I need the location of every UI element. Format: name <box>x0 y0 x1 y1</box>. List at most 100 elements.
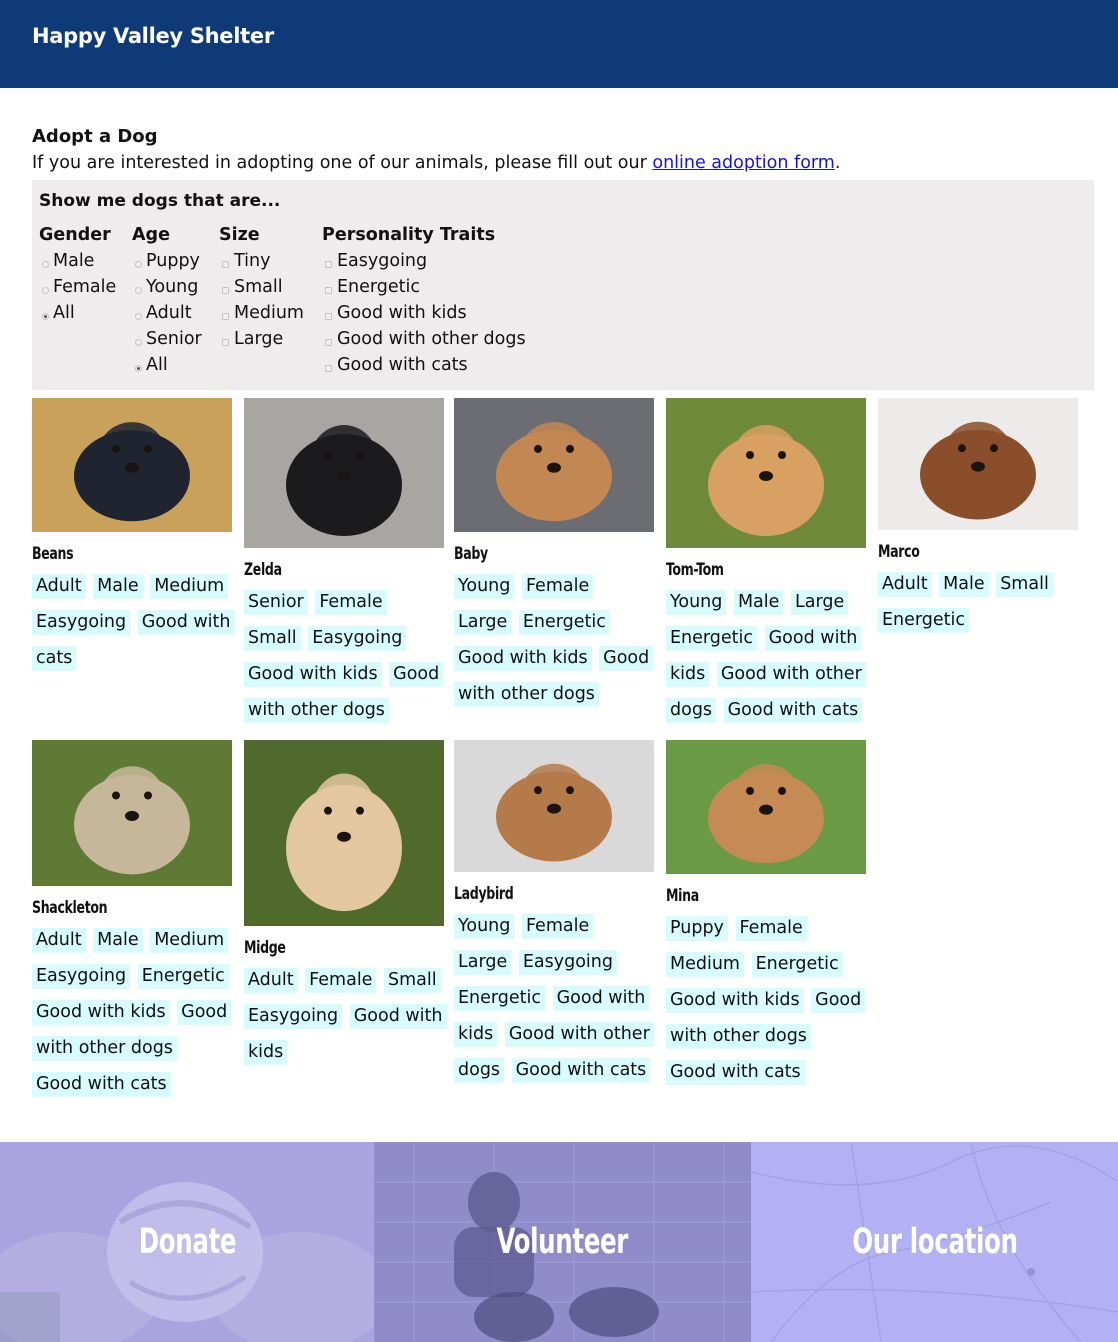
dog-tag: Good with cats <box>666 1060 805 1085</box>
dog-name[interactable]: Tom-Tom <box>666 560 830 580</box>
filter-age: Age Puppy Young Adult Senior All <box>132 222 219 378</box>
radio-checked-icon[interactable] <box>135 364 142 372</box>
age-option-senior[interactable]: Senior <box>132 326 219 352</box>
size-option-label: Large <box>234 329 284 349</box>
dog-name[interactable]: Midge <box>244 938 408 958</box>
bottom-links: Donate Volunteer Our location <box>0 1142 1118 1342</box>
trait-option-label: Easygoing <box>337 251 428 271</box>
radio-icon[interactable] <box>135 286 142 294</box>
dog-tag: Small <box>384 968 441 993</box>
dog-name[interactable]: Ladybird <box>454 884 618 904</box>
dog-card[interactable]: Tom-Tom Young Male Large Energetic Good w… <box>666 398 866 728</box>
donate-label: Donate <box>138 1222 236 1262</box>
checkbox-icon[interactable] <box>222 338 229 346</box>
dog-name[interactable]: Baby <box>454 544 618 564</box>
trait-option-good-with-cats[interactable]: Good with cats <box>322 352 582 378</box>
radio-icon[interactable] <box>42 260 49 268</box>
site-brand[interactable]: Happy Valley Shelter <box>32 24 1086 48</box>
dog-tags: Adult Female Small Easygoing Good with k… <box>244 962 447 1070</box>
dog-photo[interactable] <box>244 398 444 548</box>
checkbox-icon[interactable] <box>222 312 229 320</box>
dog-name[interactable]: Beans <box>32 544 196 564</box>
dog-photo[interactable] <box>32 398 232 532</box>
checkbox-icon[interactable] <box>325 260 332 268</box>
dog-photo[interactable] <box>666 740 866 874</box>
gender-option-all[interactable]: All <box>39 300 132 326</box>
checkbox-icon[interactable] <box>222 260 229 268</box>
radio-icon[interactable] <box>135 312 142 320</box>
size-option-large[interactable]: Large <box>219 326 322 352</box>
age-option-young[interactable]: Young <box>132 274 219 300</box>
intro-text-after: . <box>834 153 841 173</box>
dog-name[interactable]: Marco <box>878 542 1042 562</box>
volunteer-panel[interactable]: Volunteer <box>374 1142 751 1342</box>
age-option-label: Adult <box>146 303 192 323</box>
radio-icon[interactable] <box>135 260 142 268</box>
dog-tag: Senior <box>244 590 308 615</box>
dog-name[interactable]: Zelda <box>244 560 408 580</box>
dog-photo[interactable] <box>878 398 1078 530</box>
dog-photo[interactable] <box>666 398 866 548</box>
dog-card[interactable]: Baby Young Female Large Energetic Good wi… <box>454 398 654 712</box>
dog-tag: Easygoing <box>244 1004 343 1029</box>
gender-option-female[interactable]: Female <box>39 274 132 300</box>
trait-option-label: Good with cats <box>337 355 468 375</box>
dog-tags: Young Male Large Energetic Good with kid… <box>666 584 866 728</box>
dog-photo[interactable] <box>454 398 654 532</box>
dog-card[interactable]: Zelda Senior Female Small Easygoing Good … <box>244 398 444 728</box>
gender-option-male[interactable]: Male <box>39 248 132 274</box>
size-option-small[interactable]: Small <box>219 274 322 300</box>
size-option-medium[interactable]: Medium <box>219 300 322 326</box>
trait-option-good-with-kids[interactable]: Good with kids <box>322 300 582 326</box>
dog-tags: Young Female Large Energetic Good with k… <box>454 568 654 712</box>
trait-option-label: Energetic <box>337 277 421 297</box>
radio-icon[interactable] <box>42 286 49 294</box>
dog-card[interactable]: Midge Adult Female Small Easygoing Good w… <box>244 740 447 1070</box>
checkbox-icon[interactable] <box>325 364 332 372</box>
dog-tag: Easygoing <box>308 626 407 651</box>
dog-tags: Senior Female Small Easygoing Good with … <box>244 584 444 728</box>
dog-tag: Female <box>521 914 594 939</box>
donate-panel[interactable]: Donate <box>0 1142 374 1342</box>
dog-tag: Good with kids <box>244 662 382 687</box>
dog-tag: Puppy <box>666 916 728 941</box>
dog-name[interactable]: Mina <box>666 886 830 906</box>
dog-photo[interactable] <box>244 740 444 926</box>
trait-option-label: Good with kids <box>337 303 467 323</box>
checkbox-icon[interactable] <box>325 338 332 346</box>
radio-checked-icon[interactable] <box>42 312 49 320</box>
main-content: Adopt a Dog If you are interested in ado… <box>32 124 1094 390</box>
dog-photo[interactable] <box>454 740 654 872</box>
dog-card[interactable]: Marco Adult Male Small Energetic <box>878 398 1078 638</box>
age-option-adult[interactable]: Adult <box>132 300 219 326</box>
dog-tags: Puppy Female Medium Energetic Good with … <box>666 910 866 1090</box>
age-option-all[interactable]: All <box>132 352 219 378</box>
dog-tag: Small <box>244 626 301 651</box>
trait-option-energetic[interactable]: Energetic <box>322 274 582 300</box>
dog-card[interactable]: Ladybird Young Female Large Easygoing Ene… <box>454 740 654 1088</box>
dog-tag: Young <box>666 590 727 615</box>
checkbox-icon[interactable] <box>222 286 229 294</box>
age-option-label: Puppy <box>146 251 200 271</box>
dog-photo[interactable] <box>32 740 232 886</box>
trait-option-easygoing[interactable]: Easygoing <box>322 248 582 274</box>
checkbox-icon[interactable] <box>325 286 332 294</box>
dog-name[interactable]: Shackleton <box>32 898 196 918</box>
dog-card[interactable]: Mina Puppy Female Medium Energetic Good w… <box>666 740 866 1090</box>
age-option-puppy[interactable]: Puppy <box>132 248 219 274</box>
dog-tag: Good with cats <box>723 698 863 723</box>
location-panel[interactable]: Our location <box>751 1142 1118 1342</box>
size-option-tiny[interactable]: Tiny <box>219 248 322 274</box>
trait-option-good-with-dogs[interactable]: Good with other dogs <box>322 326 582 352</box>
dog-tag: Young <box>454 574 515 599</box>
adoption-form-link[interactable]: online adoption form <box>652 153 834 173</box>
checkbox-icon[interactable] <box>325 312 332 320</box>
dog-tag: Female <box>521 574 594 599</box>
dog-card[interactable]: Shackleton Adult Male Medium Easygoing En… <box>32 740 232 1102</box>
age-option-label: All <box>146 355 168 375</box>
radio-icon[interactable] <box>135 338 142 346</box>
dog-tag: Large <box>790 590 849 615</box>
dog-card[interactable]: Beans Adult Male Medium Easygoing Good wi… <box>32 398 235 676</box>
dog-tag: Large <box>454 950 512 975</box>
dog-tag: Female <box>305 968 377 993</box>
